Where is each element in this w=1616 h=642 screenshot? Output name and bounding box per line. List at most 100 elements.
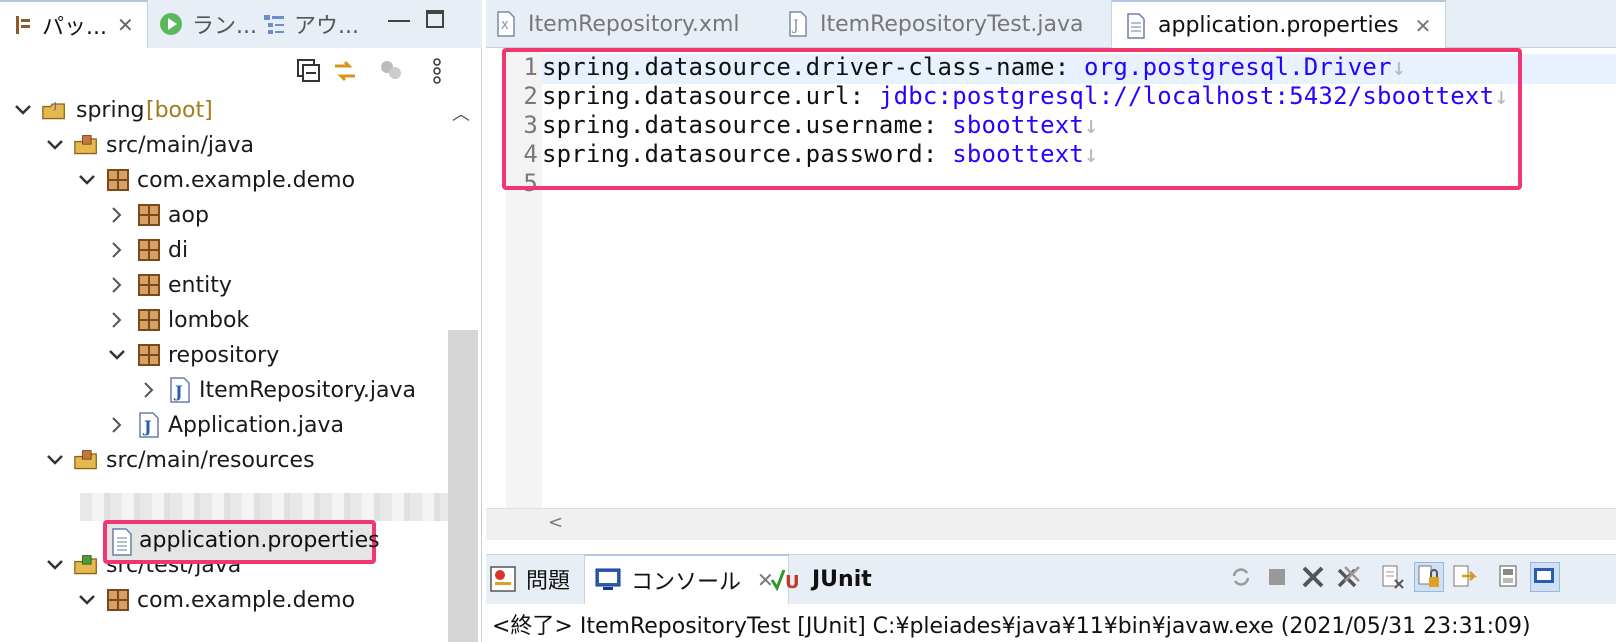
tab-problems[interactable]: 問題 <box>486 554 584 604</box>
chevron-down-icon[interactable] <box>14 101 32 119</box>
package-icon <box>137 238 161 262</box>
package-explorer-pane: パッ... ✕ ラン... アウ... ︿ J spring [boot] sr… <box>0 0 482 642</box>
tab-label: コンソール <box>631 570 742 595</box>
chevron-down-icon[interactable] <box>46 136 64 154</box>
tree-item-application-java[interactable]: J Application.java <box>0 407 448 443</box>
close-icon[interactable]: ✕ <box>1415 14 1432 38</box>
tab-junit[interactable]: U JUnit <box>770 554 872 604</box>
chevron-right-icon[interactable] <box>108 416 126 434</box>
chevron-down-icon[interactable] <box>78 171 96 189</box>
blurred-tree-item <box>80 493 448 521</box>
tree-scrollbar-thumb[interactable] <box>448 330 478 642</box>
editor-horizontal-scrollbar[interactable] <box>486 508 1616 540</box>
tab-outline-label: アウ... <box>294 14 359 39</box>
tree-label: com.example.demo <box>137 167 356 193</box>
close-icon[interactable]: ✕ <box>117 13 134 37</box>
tab-console[interactable]: コンソール ✕ <box>584 554 789 604</box>
maximize-icon[interactable] <box>426 10 444 28</box>
java-file-icon: J <box>788 11 808 37</box>
tab-label: JUnit <box>812 566 872 592</box>
svg-text:U: U <box>785 572 800 592</box>
scroll-left-icon[interactable]: < <box>548 512 563 533</box>
chevron-right-icon[interactable] <box>108 241 126 259</box>
package-icon <box>106 168 130 192</box>
junit-icon: U <box>770 566 802 592</box>
tab-item-repository-test-java[interactable]: J ItemRepositoryTest.java <box>788 0 1083 48</box>
tree-label: spring <box>76 97 145 123</box>
tree-item-test-package-demo[interactable]: com.example.demo <box>0 582 448 618</box>
minimize-icon[interactable] <box>388 8 410 22</box>
source-folder-icon <box>74 448 98 472</box>
xml-file-icon: X <box>496 11 516 37</box>
tree-label: lombok <box>168 307 250 333</box>
run-icon <box>158 11 184 37</box>
chevron-right-icon[interactable] <box>140 381 158 399</box>
tab-label: 問題 <box>526 569 571 594</box>
chevron-down-icon[interactable] <box>46 451 64 469</box>
tree-item-aop[interactable]: aop <box>0 197 448 233</box>
chevron-down-icon[interactable] <box>78 591 96 609</box>
remove-launch-icon[interactable] <box>1298 562 1328 592</box>
tree-item-lombok[interactable]: lombok <box>0 302 448 338</box>
source-folder-icon <box>74 133 98 157</box>
tree-item-package-demo[interactable]: com.example.demo <box>0 162 448 198</box>
svg-text:X: X <box>501 19 509 32</box>
filter-icon[interactable] <box>378 58 404 84</box>
word-wrap-icon[interactable] <box>1450 562 1480 592</box>
code-highlight-box <box>502 48 1522 190</box>
display-console-icon[interactable] <box>1530 562 1560 592</box>
chevron-down-icon[interactable] <box>108 346 126 364</box>
outline-icon <box>262 12 286 36</box>
svg-text:J: J <box>142 417 152 436</box>
tree-item-item-repository-java[interactable]: J ItemRepository.java <box>0 372 448 408</box>
tab-launch-label: ラン... <box>192 14 257 39</box>
package-icon <box>137 308 161 332</box>
chevron-down-icon[interactable] <box>46 556 64 574</box>
stop-icon[interactable] <box>1262 562 1292 592</box>
tab-label: ItemRepositoryTest.java <box>820 11 1084 37</box>
view-menu-icon[interactable] <box>424 58 450 84</box>
console-icon <box>595 568 621 592</box>
chevron-right-icon[interactable] <box>108 206 126 224</box>
console-toolbar <box>1226 562 1560 594</box>
svg-text:J: J <box>53 101 57 111</box>
tree-label: repository <box>168 342 280 368</box>
package-explorer-icon <box>14 14 34 36</box>
tree-item-src-main-java[interactable]: src/main/java <box>0 127 448 163</box>
pin-console-icon[interactable] <box>1494 562 1524 592</box>
link-with-editor-icon[interactable] <box>332 58 358 84</box>
java-project-icon: J <box>42 98 66 122</box>
tab-package-explorer[interactable]: パッ... ✕ <box>0 0 148 48</box>
chevron-right-icon[interactable] <box>108 276 126 294</box>
problems-icon <box>490 566 516 592</box>
clear-console-icon[interactable] <box>1378 562 1408 592</box>
tree-label-tag: [boot] <box>146 97 213 123</box>
tree-item-entity[interactable]: entity <box>0 267 448 303</box>
tab-outline[interactable]: アウ... <box>262 0 359 48</box>
tab-launch[interactable]: ラン... <box>158 0 257 48</box>
package-icon <box>137 343 161 367</box>
tree-label: Application.java <box>168 412 345 438</box>
scroll-up-icon[interactable]: ︿ <box>452 100 470 126</box>
left-tab-bar: パッ... ✕ ラン... アウ... <box>0 0 482 48</box>
package-icon <box>106 588 130 612</box>
tab-application-properties[interactable]: application.properties ✕ <box>1111 0 1447 49</box>
tree-item-di[interactable]: di <box>0 232 448 268</box>
tab-item-repository-xml[interactable]: X ItemRepository.xml <box>496 0 739 48</box>
tree-item-project[interactable]: J spring [boot] <box>0 92 448 128</box>
tree-label: aop <box>168 202 209 228</box>
tree-item-src-main-resources[interactable]: src/main/resources <box>0 442 448 478</box>
tree-label: di <box>168 237 189 263</box>
tree-item-repository[interactable]: repository <box>0 337 448 373</box>
editor-tab-bar: X ItemRepository.xml J ItemRepositoryTes… <box>486 0 1616 49</box>
rerun-icon[interactable] <box>1226 562 1256 592</box>
properties-file-icon <box>1126 12 1146 39</box>
tab-label: application.properties <box>1158 13 1399 38</box>
scroll-lock-icon[interactable] <box>1414 562 1444 592</box>
package-explorer-toolbar <box>0 48 482 90</box>
properties-file-icon <box>111 528 133 560</box>
tree-item-application-properties[interactable]: application.properties <box>103 520 380 564</box>
remove-all-launches-icon[interactable] <box>1334 562 1364 592</box>
collapse-all-icon[interactable] <box>296 58 322 84</box>
chevron-right-icon[interactable] <box>108 311 126 329</box>
